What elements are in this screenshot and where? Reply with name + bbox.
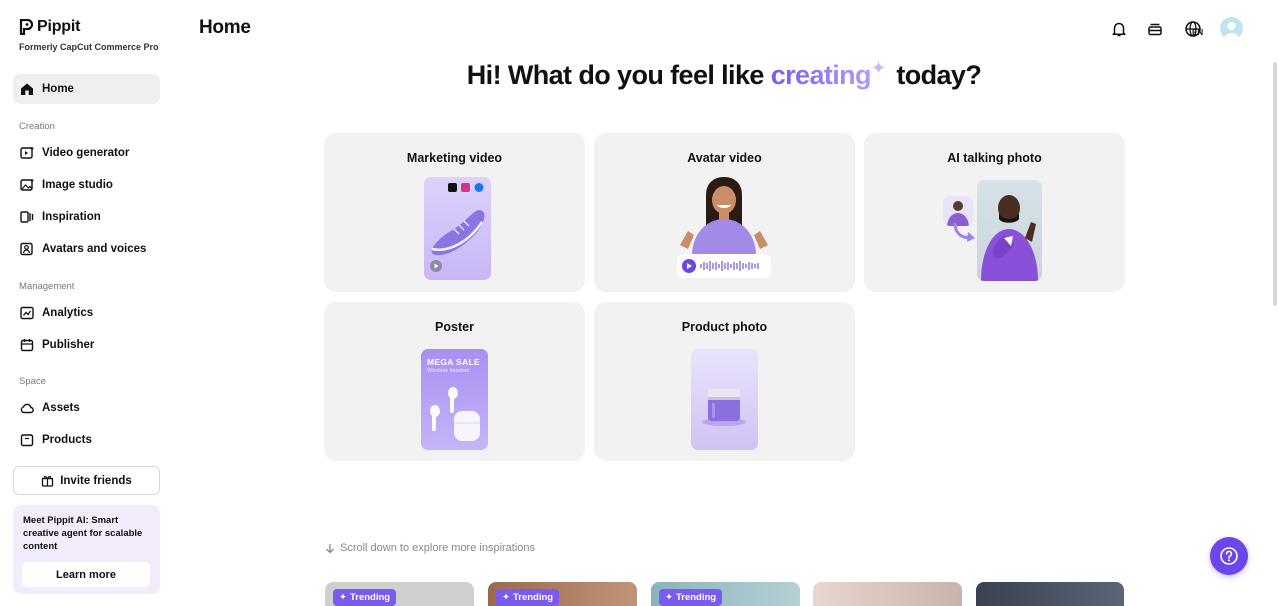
trending-tile[interactable] bbox=[976, 582, 1124, 606]
trending-badge: ✦ Trending bbox=[659, 589, 723, 606]
brand[interactable]: Pippit bbox=[19, 18, 80, 36]
sparkle-icon: ✦ bbox=[502, 592, 510, 603]
language-code: EN bbox=[1192, 27, 1204, 37]
calendar-icon bbox=[20, 339, 34, 352]
bell-icon bbox=[1112, 22, 1126, 36]
inspiration-icon bbox=[20, 211, 34, 223]
card-ai-talking-photo[interactable]: AI talking photo bbox=[864, 133, 1125, 292]
trending-label: Trending bbox=[349, 592, 391, 603]
sidebar-item-label: Avatars and voices bbox=[42, 243, 147, 255]
brand-name: Pippit bbox=[37, 18, 81, 35]
earbuds-image bbox=[430, 387, 480, 441]
trending-tile[interactable] bbox=[813, 582, 962, 606]
sparkle-icon: ✦ bbox=[339, 592, 347, 603]
hero-suffix: today? bbox=[889, 60, 982, 90]
sidebar-item-image-studio[interactable]: Image studio bbox=[13, 170, 160, 200]
card-marketing-video[interactable]: Marketing video bbox=[324, 133, 585, 292]
page-title: Home bbox=[199, 17, 251, 38]
image-studio-icon bbox=[20, 179, 34, 191]
brand-subtitle: Formerly CapCut Commerce Pro bbox=[19, 42, 159, 52]
section-label-management: Management bbox=[19, 281, 75, 292]
section-label-space: Space bbox=[19, 376, 46, 387]
invite-friends-button[interactable]: Invite friends bbox=[13, 466, 160, 495]
home-icon bbox=[21, 83, 33, 95]
cloud-icon bbox=[20, 403, 34, 414]
pippit-logo-icon bbox=[19, 19, 33, 35]
video-generator-icon bbox=[20, 147, 34, 159]
hero-accent: creating bbox=[770, 60, 872, 90]
card-title: Avatar video bbox=[687, 151, 762, 165]
card-poster[interactable]: Poster MEGA SALE Wireless headset bbox=[324, 302, 585, 461]
arrow-icon bbox=[953, 222, 975, 242]
avatar-voice-icon bbox=[20, 242, 33, 256]
card-title: AI talking photo bbox=[947, 151, 1042, 165]
gift-icon bbox=[42, 475, 54, 487]
talking-photo-thumbnail bbox=[977, 180, 1042, 281]
sidebar-item-analytics[interactable]: Analytics bbox=[13, 298, 160, 328]
man-portrait-image bbox=[981, 195, 1038, 281]
card-title: Product photo bbox=[681, 320, 768, 334]
trending-tile[interactable]: ✦ Trending bbox=[325, 582, 474, 606]
card-avatar-video[interactable]: Avatar video bbox=[594, 133, 855, 292]
card-title: Poster bbox=[435, 320, 474, 334]
trending-tile[interactable]: ✦ Trending bbox=[488, 582, 637, 606]
sidebar-item-label: Video generator bbox=[42, 147, 130, 159]
avatar-woman-image bbox=[677, 177, 771, 278]
sidebar: Pippit Formerly CapCut Commerce Pro Home… bbox=[0, 0, 172, 606]
sidebar-item-label: Home bbox=[42, 83, 74, 95]
invite-friends-label: Invite friends bbox=[60, 474, 132, 487]
notifications-button[interactable] bbox=[1108, 18, 1130, 40]
subscription-button[interactable] bbox=[1144, 18, 1166, 40]
scroll-hint: Scroll down to explore more inspirations bbox=[325, 542, 535, 554]
sidebar-item-label: Publisher bbox=[42, 339, 95, 351]
trending-badge: ✦ Trending bbox=[333, 589, 397, 606]
section-label-creation: Creation bbox=[19, 121, 55, 132]
card-title: Marketing video bbox=[406, 151, 503, 165]
sparkle-icon: ✦ bbox=[870, 58, 886, 78]
marketing-video-thumbnail bbox=[424, 177, 491, 280]
sidebar-item-inspiration[interactable]: Inspiration bbox=[13, 202, 160, 232]
language-button[interactable]: EN bbox=[1180, 18, 1206, 40]
avatar-icon bbox=[1223, 22, 1240, 40]
sparkle-icon: ✦ bbox=[665, 592, 673, 603]
sneaker-image bbox=[430, 183, 485, 272]
page-scrollbar[interactable] bbox=[1273, 62, 1277, 306]
help-button[interactable] bbox=[1210, 537, 1248, 575]
cream-jar-image bbox=[702, 389, 746, 426]
sidebar-item-video-generator[interactable]: Video generator bbox=[13, 138, 160, 168]
sidebar-item-label: Inspiration bbox=[42, 211, 101, 223]
hero-heading: Hi! What do you feel like creating✦ toda… bbox=[324, 58, 1124, 91]
app-root: Pippit Formerly CapCut Commerce Pro Home… bbox=[0, 0, 1279, 606]
poster-thumbnail: MEGA SALE Wireless headset bbox=[421, 349, 488, 450]
sidebar-item-avatars-and-voices[interactable]: Avatars and voices bbox=[13, 234, 160, 264]
promo-text: Meet Pippit AI: Smart creative agent for… bbox=[23, 515, 143, 552]
trending-tile[interactable]: ✦ Trending bbox=[651, 582, 800, 606]
promo-card: Meet Pippit AI: Smart creative agent for… bbox=[13, 505, 160, 594]
trending-badge: ✦ Trending bbox=[496, 589, 560, 606]
product-photo-thumbnail bbox=[691, 349, 758, 450]
stack-icon bbox=[1148, 23, 1162, 35]
card-product-photo[interactable]: Product photo bbox=[594, 302, 855, 461]
trending-label: Trending bbox=[512, 592, 554, 603]
sidebar-item-home[interactable]: Home bbox=[13, 74, 160, 104]
question-icon bbox=[1220, 547, 1238, 565]
user-avatar[interactable] bbox=[1220, 17, 1243, 40]
sidebar-item-label: Image studio bbox=[42, 179, 113, 191]
sidebar-item-label: Analytics bbox=[42, 307, 94, 319]
analytics-icon bbox=[20, 306, 34, 320]
learn-more-button[interactable]: Learn more bbox=[22, 562, 150, 587]
trending-label: Trending bbox=[675, 592, 717, 603]
sidebar-item-assets[interactable]: Assets bbox=[13, 393, 160, 423]
sidebar-item-publisher[interactable]: Publisher bbox=[13, 330, 160, 360]
box-icon bbox=[20, 434, 34, 447]
sidebar-item-label: Assets bbox=[42, 402, 80, 414]
hero-prefix: Hi! What do you feel like bbox=[466, 60, 771, 90]
scroll-hint-text: Scroll down to explore more inspirations bbox=[340, 542, 536, 554]
arrow-down-icon bbox=[326, 543, 334, 553]
sidebar-item-label: Products bbox=[42, 434, 92, 446]
sidebar-item-products[interactable]: Products bbox=[13, 425, 160, 455]
top-right-toolbar: EN bbox=[1108, 17, 1243, 40]
